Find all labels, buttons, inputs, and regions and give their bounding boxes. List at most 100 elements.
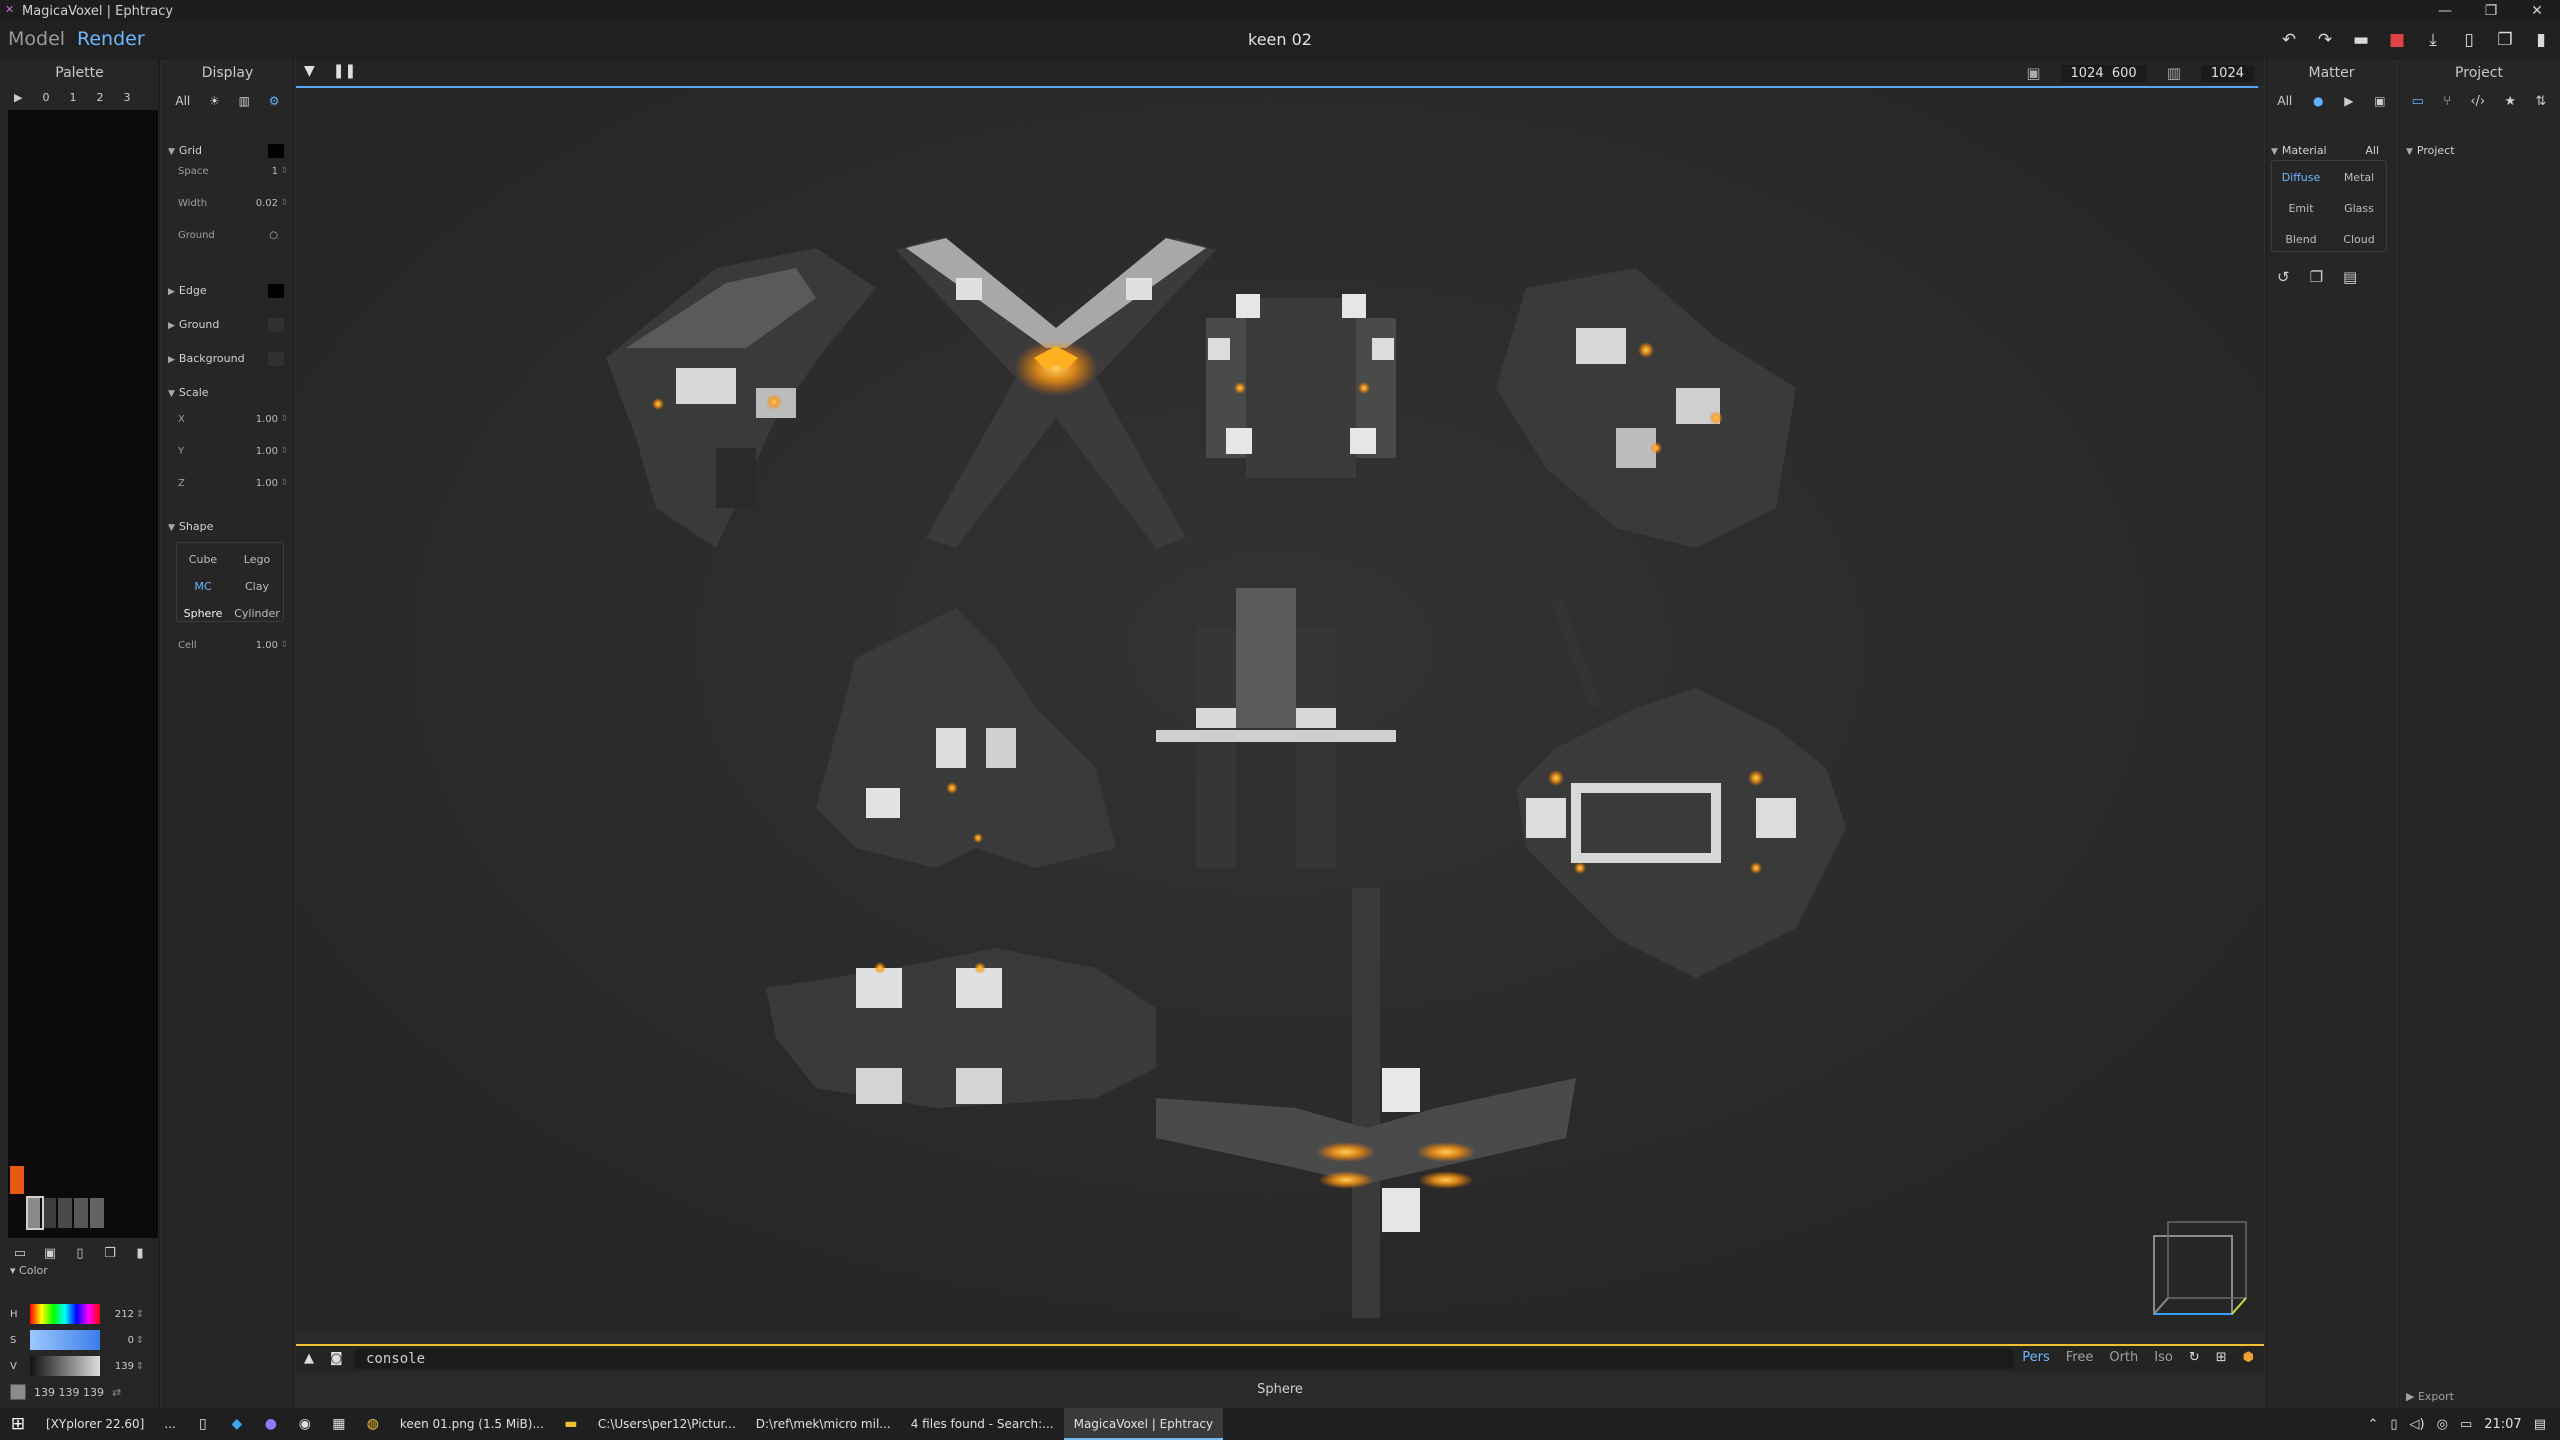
ground-section[interactable]: ▶ Ground [168, 318, 290, 332]
new-file-icon[interactable]: ▯ [72, 1246, 88, 1262]
rgb-value[interactable]: 139 139 139 [34, 1386, 104, 1399]
current-color-chip[interactable] [10, 1384, 26, 1400]
taskbar-item[interactable]: C:\Users\per12\Pictur... [588, 1408, 746, 1440]
new-file-icon[interactable]: ▯ [2458, 28, 2480, 52]
saturation-slider[interactable] [30, 1330, 100, 1350]
edge-color-chip[interactable] [268, 284, 284, 298]
edge-section[interactable]: ▶ Edge [168, 284, 290, 298]
minimize-button[interactable]: — [2422, 0, 2468, 22]
file-icon[interactable]: ▯ [186, 1416, 220, 1432]
palette-swatch[interactable] [90, 1198, 104, 1228]
voxel-scene[interactable] [296, 88, 2264, 1332]
triangle-up-icon[interactable]: ▲ [304, 1351, 314, 1366]
restore-button[interactable]: ❐ [2468, 0, 2514, 22]
material-emit[interactable]: Emit [2272, 202, 2330, 215]
palette-swatch-grid[interactable] [8, 110, 158, 1238]
taskbar-item-active[interactable]: MagicaVoxel | Ephtracy [1063, 1408, 1224, 1440]
vscode-icon[interactable]: ◆ [220, 1416, 254, 1432]
open-folder-icon[interactable]: ▭ [12, 1246, 28, 1262]
sort-icon[interactable]: ⇅ [2535, 94, 2546, 109]
project-tree-root[interactable]: ▼ Project [2406, 144, 2528, 157]
shape-mc[interactable]: MC [177, 580, 229, 593]
grid-view-icon[interactable]: ⊞ [2216, 1350, 2227, 1365]
palette-swatch-orange[interactable] [10, 1166, 24, 1194]
grid-width-prop[interactable]: Width 0.02 ⇕ [178, 198, 288, 209]
material-diffuse[interactable]: Diffuse [2272, 171, 2330, 184]
view-free[interactable]: Free [2066, 1350, 2094, 1365]
chrome-icon[interactable]: ◍ [356, 1416, 390, 1432]
taskbar-item[interactable]: 4 files found - Search:... [901, 1408, 1064, 1440]
ground-color-chip[interactable] [268, 318, 284, 332]
render-width[interactable]: 1024 [2071, 66, 2104, 81]
save-icon[interactable]: ■ [2386, 28, 2408, 52]
code-icon[interactable]: ‹/› [2470, 94, 2485, 109]
saturation-value[interactable]: 0 [100, 1335, 134, 1346]
delete-icon[interactable]: ▮ [132, 1246, 148, 1262]
chevron-up-icon[interactable]: ⌃ [2367, 1417, 2378, 1432]
record-icon[interactable]: ◉ [288, 1416, 322, 1432]
discord-icon[interactable]: ● [254, 1416, 288, 1432]
camera-icon[interactable]: ◙ [330, 1351, 343, 1366]
view-orth[interactable]: Orth [2109, 1350, 2138, 1365]
scale-y-prop[interactable]: Y 1.00 ⇕ [178, 446, 288, 457]
spinner-icon[interactable]: ⇕ [134, 1309, 146, 1320]
scale-section[interactable]: ▼ Scale [168, 386, 290, 399]
histogram-icon[interactable]: ▥ [2167, 64, 2181, 82]
material-cloud[interactable]: Cloud [2330, 233, 2388, 246]
background-color-chip[interactable] [268, 352, 284, 366]
background-section[interactable]: ▶ Background [168, 352, 290, 366]
matter-tab-all[interactable]: All [2277, 94, 2292, 108]
explorer-icon[interactable]: ▬ [554, 1416, 588, 1432]
windows-start-icon[interactable]: ⊞ [0, 1414, 36, 1434]
cell-prop[interactable]: Cell 1.00 ⇕ [178, 640, 288, 651]
palette-page-3[interactable]: 3 [123, 91, 130, 104]
sample-count[interactable]: 1024 [2200, 64, 2254, 82]
palette-swatch[interactable] [42, 1198, 56, 1228]
pause-icon[interactable]: ❚❚ [333, 63, 356, 79]
sphere-icon[interactable]: ● [2313, 94, 2323, 108]
grid-section[interactable]: ▼ Grid [168, 144, 290, 158]
palette-play-button[interactable]: ▶ [14, 91, 22, 104]
folder-icon[interactable]: ▭ [2412, 94, 2424, 109]
shape-cylinder[interactable]: Cylinder [231, 607, 283, 620]
display-tab-all[interactable]: All [175, 94, 190, 108]
value-slider[interactable] [30, 1356, 100, 1376]
star-icon[interactable]: ★ [2504, 94, 2516, 109]
shape-sphere[interactable]: Sphere [177, 607, 229, 620]
copy-icon[interactable]: ❐ [2310, 268, 2323, 286]
material-blend[interactable]: Blend [2272, 233, 2330, 246]
close-button[interactable]: ✕ [2514, 0, 2560, 22]
volume-icon[interactable]: ◁) [2410, 1417, 2425, 1432]
swap-icon[interactable]: ⇄ [112, 1386, 121, 1399]
material-metal[interactable]: Metal [2330, 171, 2388, 184]
grid-space-prop[interactable]: Space 1 ⇕ [178, 166, 288, 177]
copy-file-icon[interactable]: ❐ [2494, 28, 2516, 52]
palette-page-2[interactable]: 2 [96, 91, 103, 104]
palette-page-1[interactable]: 1 [69, 91, 76, 104]
shape-section[interactable]: ▼ Shape [168, 520, 290, 533]
reset-view-icon[interactable]: ↻ [2189, 1350, 2200, 1365]
image-icon[interactable]: ▣ [2026, 64, 2040, 82]
image-icon[interactable]: ▣ [2374, 94, 2385, 108]
render-height[interactable]: 600 [2112, 66, 2137, 81]
taskbar-item[interactable]: keen 01.png (1.5 MiB)... [390, 1408, 554, 1440]
paste-icon[interactable]: ▤ [2343, 268, 2357, 286]
hue-slider[interactable] [30, 1304, 100, 1324]
gear-icon[interactable]: ⚙ [269, 94, 280, 108]
network-icon[interactable]: ◎ [2437, 1417, 2448, 1432]
palette-swatch[interactable] [74, 1198, 88, 1228]
triangle-down-icon[interactable]: ▼ [304, 63, 315, 79]
palette-page-0[interactable]: 0 [42, 91, 49, 104]
reset-icon[interactable]: ↺ [2277, 268, 2290, 286]
delete-icon[interactable]: ▮ [2530, 28, 2552, 52]
shape-clay[interactable]: Clay [231, 580, 283, 593]
grid-ground-prop[interactable]: Ground ○ [178, 230, 288, 241]
taskbar-item[interactable]: [XYplorer 22.60] [36, 1408, 154, 1440]
camera-icon[interactable]: ▶ [2344, 94, 2353, 108]
grid-color-chip[interactable] [268, 144, 284, 158]
undo-icon[interactable]: ↶ [2278, 28, 2300, 52]
keyboard-icon[interactable]: ▭ [2460, 1417, 2472, 1432]
view-pers[interactable]: Pers [2022, 1350, 2050, 1365]
export-icon[interactable]: ⤓ [2422, 28, 2444, 52]
view-iso[interactable]: Iso [2154, 1350, 2173, 1365]
